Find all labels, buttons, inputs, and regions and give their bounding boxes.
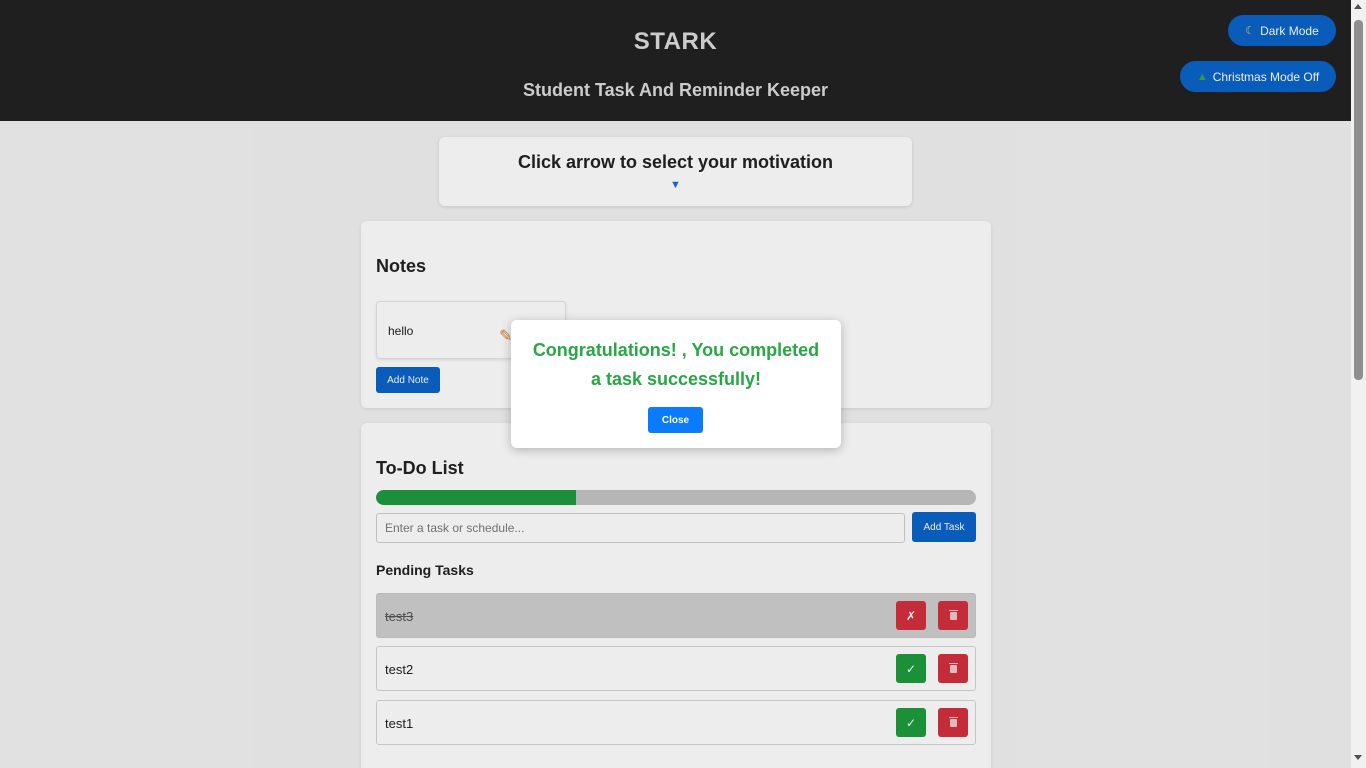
page-scrollbar[interactable] bbox=[1351, 0, 1366, 768]
close-modal-button[interactable]: Close bbox=[648, 407, 703, 433]
scroll-down-arrow-icon[interactable] bbox=[1354, 755, 1362, 760]
app-viewport: STARK Student Task And Reminder Keeper ☾… bbox=[0, 0, 1351, 768]
congrats-message: Congratulations! , You completed a task … bbox=[532, 340, 820, 389]
congrats-modal: Congratulations! , You completed a task … bbox=[511, 320, 841, 448]
scrollbar-thumb[interactable] bbox=[1354, 20, 1363, 380]
scroll-up-arrow-icon[interactable] bbox=[1354, 4, 1362, 9]
